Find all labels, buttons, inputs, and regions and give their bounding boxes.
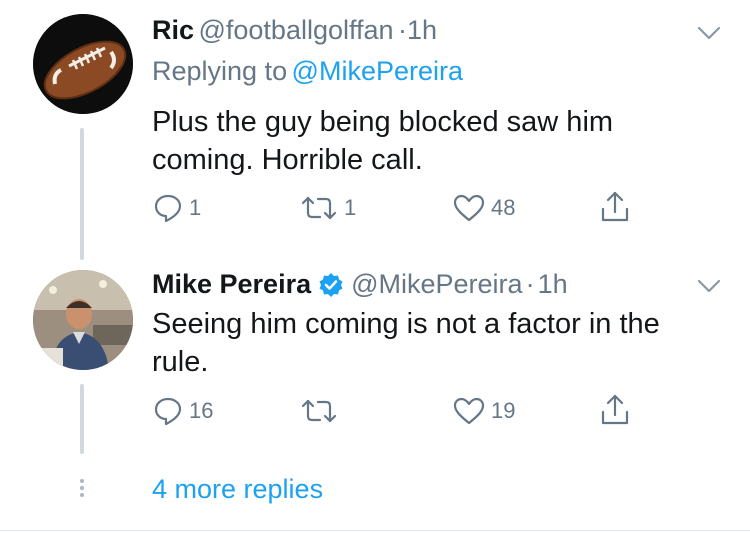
thread-connector-line bbox=[80, 128, 84, 260]
tweet-header: Ric @footballgolffan ·1h bbox=[152, 15, 437, 46]
like-count: 48 bbox=[491, 195, 516, 220]
reply-icon bbox=[154, 397, 182, 426]
tweet-text-line: rule. bbox=[152, 346, 209, 378]
author-handle[interactable]: @MikePereira bbox=[351, 269, 522, 300]
verified-badge-icon bbox=[319, 272, 343, 297]
chevron-down-icon[interactable] bbox=[696, 20, 722, 46]
reply-count: 1 bbox=[189, 195, 202, 220]
like-count: 19 bbox=[491, 398, 516, 423]
profile-photo bbox=[33, 270, 133, 370]
tweet-text-line: coming. Horrible call. bbox=[152, 144, 423, 176]
replying-to-line: Replying to @MikePereira bbox=[152, 56, 463, 87]
retweet-icon bbox=[301, 399, 337, 423]
like-button[interactable]: 19 bbox=[453, 396, 515, 426]
reply-count: 16 bbox=[189, 398, 214, 423]
avatar-ric[interactable] bbox=[33, 14, 133, 114]
more-replies-link[interactable]: 4 more replies bbox=[152, 474, 323, 505]
retweet-count: 1 bbox=[344, 195, 357, 220]
share-button[interactable] bbox=[600, 393, 630, 427]
reply-button[interactable]: 1 bbox=[153, 193, 201, 223]
author-name[interactable]: Ric bbox=[152, 15, 194, 45]
separator-dot: · bbox=[525, 269, 535, 299]
replying-to-label: Replying to bbox=[152, 56, 288, 86]
like-icon bbox=[453, 194, 485, 222]
thread-connector-line bbox=[80, 384, 84, 454]
like-button[interactable]: 48 bbox=[453, 193, 515, 223]
tweet-text-line: Seeing him coming is not a factor in the bbox=[152, 308, 660, 340]
like-icon bbox=[453, 397, 485, 425]
football-avatar-image bbox=[33, 14, 133, 114]
bottom-divider bbox=[0, 530, 750, 531]
retweet-icon bbox=[301, 196, 337, 220]
author-handle[interactable]: @footballgolffan bbox=[198, 15, 393, 45]
share-icon bbox=[601, 191, 629, 222]
retweet-button[interactable] bbox=[300, 396, 344, 426]
share-button[interactable] bbox=[600, 190, 630, 224]
reply-button[interactable]: 16 bbox=[153, 396, 213, 426]
tweet-text-line: Plus the guy being blocked saw him bbox=[152, 106, 614, 138]
more-dots-icon bbox=[80, 476, 84, 500]
reply-icon bbox=[154, 194, 182, 223]
tweet-header: Mike Pereira @MikePereira · 1h bbox=[152, 269, 568, 300]
tweet-timestamp[interactable]: 1h bbox=[538, 269, 568, 300]
avatar-mike-pereira[interactable] bbox=[33, 270, 133, 370]
chevron-down-icon[interactable] bbox=[696, 273, 722, 299]
tweet-text: Plus the guy being blocked saw him comin… bbox=[152, 103, 613, 179]
tweet-text: Seeing him coming is not a factor in the… bbox=[152, 305, 660, 381]
retweet-button[interactable]: 1 bbox=[300, 193, 356, 223]
share-icon bbox=[601, 394, 629, 425]
tweet-timestamp[interactable]: 1h bbox=[407, 15, 437, 45]
separator-dot: · bbox=[398, 15, 407, 45]
replying-to-handle[interactable]: @MikePereira bbox=[292, 56, 463, 86]
author-name[interactable]: Mike Pereira bbox=[152, 269, 311, 300]
